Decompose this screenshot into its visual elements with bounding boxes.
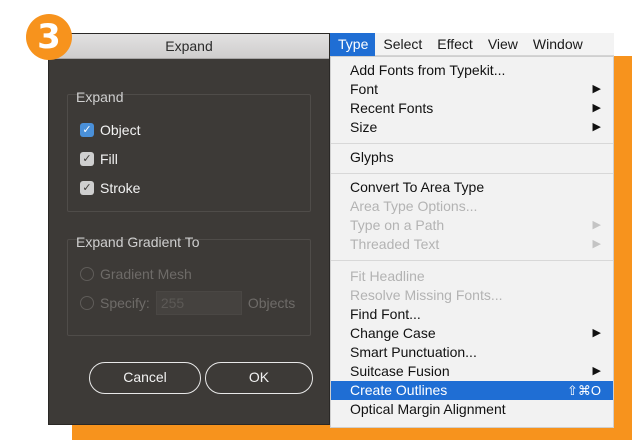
menu-item-area-type-options[interactable]: Area Type Options... <box>331 197 613 216</box>
menu-separator <box>331 173 613 174</box>
menu-item-suitcase-fusion[interactable]: Suitcase Fusion ▶ <box>331 362 613 381</box>
submenu-arrow-icon: ▶ <box>592 102 601 114</box>
submenu-arrow-icon: ▶ <box>592 219 601 231</box>
menu-effect[interactable]: Effect <box>429 33 480 56</box>
menu-window[interactable]: Window <box>525 33 590 56</box>
menu-type[interactable]: Type <box>330 32 376 56</box>
cancel-button[interactable]: Cancel <box>89 362 201 394</box>
submenu-arrow-icon: ▶ <box>592 327 601 339</box>
gradient-mesh-label: Gradient Mesh <box>100 266 192 282</box>
specify-option[interactable]: Specify: 255 Objects <box>80 291 296 315</box>
submenu-arrow-icon: ▶ <box>592 365 601 377</box>
menu-view[interactable]: View <box>480 33 525 56</box>
checkbox-checked-icon[interactable]: ✓ <box>80 123 94 137</box>
expand-group: Expand ✓ Object ✓ Fill ✓ Stroke <box>67 89 311 212</box>
gradient-mesh-option[interactable]: Gradient Mesh <box>80 265 192 283</box>
expand-group-title: Expand <box>76 89 124 105</box>
specify-label: Specify: <box>100 295 150 311</box>
menu-item-smart-punctuation[interactable]: Smart Punctuation... <box>331 343 613 362</box>
expand-gradient-group: Expand Gradient To Gradient Mesh Specify… <box>67 234 311 336</box>
shortcut-label: ⇧⌘O <box>566 383 601 398</box>
menu-item-glyphs[interactable]: Glyphs <box>331 148 613 167</box>
menu-item-convert-area-type[interactable]: Convert To Area Type <box>331 178 613 197</box>
menu-item-font[interactable]: Font ▶ <box>331 80 613 99</box>
object-option[interactable]: ✓ Object <box>80 121 140 139</box>
menu-item-add-fonts[interactable]: Add Fonts from Typekit... <box>331 61 613 80</box>
checkbox-checked-icon[interactable]: ✓ <box>80 152 94 166</box>
menu-item-type-on-path[interactable]: Type on a Path ▶ <box>331 216 613 235</box>
objects-label: Objects <box>247 295 296 311</box>
dialog-title: Expand <box>49 34 329 59</box>
expand-gradient-title: Expand Gradient To <box>76 234 200 250</box>
stroke-option[interactable]: ✓ Stroke <box>80 179 140 197</box>
menu-item-threaded-text[interactable]: Threaded Text ▶ <box>331 235 613 254</box>
menu-item-fit-headline[interactable]: Fit Headline <box>331 267 613 286</box>
specify-input[interactable]: 255 <box>155 291 242 315</box>
menu-bar: Type Select Effect View Window <box>330 32 614 56</box>
menu-item-change-case[interactable]: Change Case ▶ <box>331 324 613 343</box>
radio-icon[interactable] <box>80 267 94 281</box>
type-menu: Add Fonts from Typekit... Font ▶ Recent F… <box>330 56 614 428</box>
submenu-arrow-icon: ▶ <box>592 83 601 95</box>
menu-item-size[interactable]: Size ▶ <box>331 118 613 137</box>
fill-label: Fill <box>100 151 118 167</box>
ok-button[interactable]: OK <box>205 362 313 394</box>
menu-separator <box>331 143 613 144</box>
submenu-arrow-icon: ▶ <box>592 238 601 250</box>
menu-item-recent-fonts[interactable]: Recent Fonts ▶ <box>331 99 613 118</box>
stroke-label: Stroke <box>100 180 141 196</box>
submenu-arrow-icon: ▶ <box>592 121 601 133</box>
menu-select[interactable]: Select <box>375 33 429 56</box>
fill-option[interactable]: ✓ Fill <box>80 150 118 168</box>
menu-item-find-font[interactable]: Find Font... <box>331 305 613 324</box>
expand-dialog: Expand Expand ✓ Object ✓ Fill ✓ Stroke E… <box>48 33 330 425</box>
menu-item-optical-margin-alignment[interactable]: Optical Margin Alignment <box>331 400 613 419</box>
object-label: Object <box>100 122 141 138</box>
checkbox-checked-icon[interactable]: ✓ <box>80 181 94 195</box>
menu-separator <box>331 260 613 261</box>
menu-item-create-outlines[interactable]: Create Outlines ⇧⌘O <box>331 381 613 400</box>
radio-icon[interactable] <box>80 296 94 310</box>
step-badge: 3 <box>26 14 72 60</box>
menu-item-resolve-missing-fonts[interactable]: Resolve Missing Fonts... <box>331 286 613 305</box>
